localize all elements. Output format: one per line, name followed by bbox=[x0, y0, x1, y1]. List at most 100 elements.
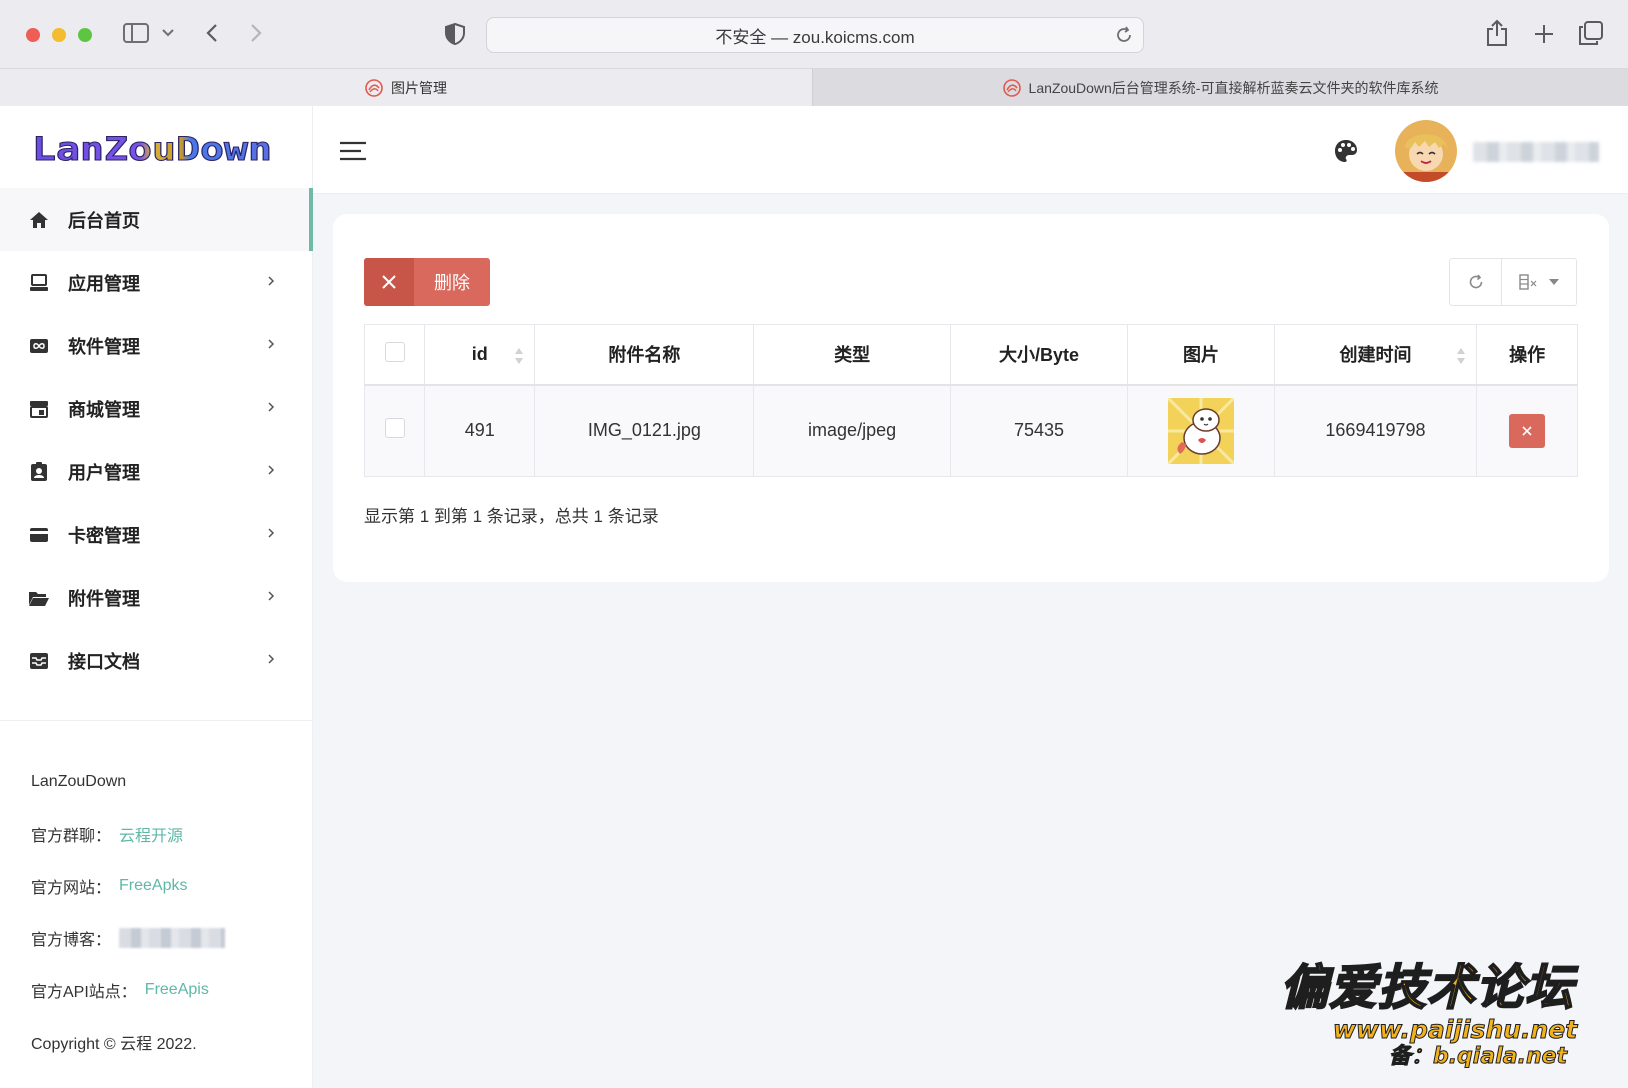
row-select-cell bbox=[363, 384, 426, 477]
palette-icon[interactable] bbox=[1333, 138, 1359, 164]
sidebar-footer: LanZouDown 官方群聊： 云程开源 官方网站： FreeApks 官方博… bbox=[31, 756, 226, 1068]
window-zoom-button[interactable] bbox=[78, 28, 92, 42]
sidebar-item-cards[interactable]: 卡密管理 bbox=[0, 503, 313, 566]
sidebar-toggle-icon[interactable] bbox=[122, 22, 150, 44]
delete-button-label: 删除 bbox=[434, 273, 470, 293]
address-bar-text: 不安全 — zou.koicms.com bbox=[715, 27, 915, 47]
footer-blog-line: 官方博客： bbox=[31, 912, 226, 964]
footer-api-line: 官方API站点： FreeApis bbox=[31, 964, 225, 1016]
laptop-icon bbox=[28, 272, 50, 294]
watermark-url: www.paijishu.net bbox=[1332, 1015, 1578, 1044]
close-icon bbox=[1522, 426, 1532, 436]
browser-toolbar: 不安全 — zou.koicms.com bbox=[0, 0, 1628, 68]
columns-toggle-button[interactable] bbox=[1502, 259, 1576, 305]
header-type: 类型 bbox=[753, 324, 951, 386]
forum-watermark: 偏爱技术论坛 www.paijishu.net 备：b.qiala.net bbox=[1279, 959, 1610, 1076]
store-icon bbox=[28, 398, 50, 420]
share-icon[interactable] bbox=[1484, 18, 1510, 48]
cell-image bbox=[1127, 384, 1275, 477]
sidebar-item-store[interactable]: 商城管理 bbox=[0, 377, 313, 440]
logo[interactable]: LanZouDown bbox=[32, 128, 282, 169]
row-checkbox[interactable] bbox=[384, 418, 405, 439]
chevron-right-icon bbox=[268, 654, 275, 664]
avatar[interactable] bbox=[1395, 120, 1457, 182]
sidebar-item-apps[interactable]: 应用管理 bbox=[0, 251, 313, 314]
footer-site-link[interactable]: FreeApks bbox=[119, 877, 187, 895]
sidebar-item-label: 接口文档 bbox=[68, 651, 140, 672]
chevron-right-icon bbox=[268, 339, 275, 349]
footer-group-link[interactable]: 云程开源 bbox=[119, 822, 183, 846]
sidebar: LanZouDown 后台首页 应用管理 软件管理 商城管理 用户管理 卡密管理… bbox=[0, 106, 313, 1088]
attachments-table: id 附件名称 类型 大小/Byte 图片 创建时间 操作 491 IMG_01… bbox=[363, 324, 1578, 477]
table-tools bbox=[1449, 258, 1577, 306]
header-created[interactable]: 创建时间 bbox=[1273, 324, 1478, 386]
sidebar-item-users[interactable]: 用户管理 bbox=[0, 440, 313, 503]
site-favicon-icon bbox=[365, 79, 383, 97]
cell-actions bbox=[1476, 384, 1578, 477]
cell-type: image/jpeg bbox=[753, 384, 951, 477]
menu-toggle-icon[interactable] bbox=[339, 140, 367, 162]
refresh-button[interactable] bbox=[1450, 259, 1502, 305]
chevron-right-icon bbox=[268, 591, 275, 601]
cell-id: 491 bbox=[424, 384, 536, 477]
forward-arrow-icon[interactable] bbox=[246, 22, 266, 44]
chevron-right-icon bbox=[268, 465, 275, 475]
sort-icon[interactable] bbox=[514, 347, 524, 365]
new-tab-plus-icon[interactable] bbox=[1532, 22, 1556, 46]
sidebar-item-label: 用户管理 bbox=[68, 462, 140, 483]
user-badge-icon bbox=[28, 461, 50, 483]
back-arrow-icon[interactable] bbox=[202, 22, 222, 44]
window-minimize-button[interactable] bbox=[52, 28, 66, 42]
chevron-right-icon bbox=[268, 528, 275, 538]
window-close-button[interactable] bbox=[26, 28, 40, 42]
pagination-info: 显示第 1 到第 1 条记录，总共 1 条记录 bbox=[364, 507, 659, 526]
sidebar-item-dashboard[interactable]: 后台首页 bbox=[0, 188, 313, 251]
username-redacted[interactable] bbox=[1473, 142, 1599, 162]
footer-copyright: Copyright © 云程 2022. bbox=[31, 1036, 197, 1053]
column-header-label: id bbox=[471, 343, 488, 364]
column-header-label: 创建时间 bbox=[1339, 345, 1412, 366]
header-id[interactable]: id bbox=[424, 324, 536, 386]
attachments-card: 删除 id 附件名称 类型 大小/Byte 图片 创建时间 操作 491 IMG… bbox=[333, 214, 1609, 582]
tab-lanzoudown[interactable]: LanZouDown后台管理系统-可直接解析蓝奏云文件夹的软件库系统 bbox=[812, 69, 1628, 107]
sidebar-item-attachments[interactable]: 附件管理 bbox=[0, 566, 313, 629]
caret-down-icon bbox=[1549, 279, 1559, 285]
infinity-icon bbox=[28, 335, 50, 357]
select-all-checkbox[interactable] bbox=[384, 341, 405, 362]
shield-icon[interactable] bbox=[444, 22, 466, 46]
refresh-icon bbox=[1469, 274, 1482, 289]
cell-size: 75435 bbox=[949, 384, 1129, 477]
site-favicon-icon bbox=[1002, 79, 1021, 97]
sidebar-item-api-docs[interactable]: 接口文档 bbox=[0, 629, 313, 692]
chevron-down-icon[interactable] bbox=[160, 26, 176, 40]
row-delete-button[interactable] bbox=[1509, 413, 1546, 448]
tab-strip: 图片管理 LanZouDown后台管理系统-可直接解析蓝奏云文件夹的软件库系统 bbox=[0, 68, 1628, 107]
cell-name: IMG_0121.jpg bbox=[534, 384, 755, 477]
footer-api-link[interactable]: FreeApis bbox=[145, 981, 209, 999]
header-image: 图片 bbox=[1127, 324, 1275, 386]
home-icon bbox=[28, 209, 50, 231]
logo-text: LanZouDown bbox=[32, 130, 272, 168]
address-bar[interactable]: 不安全 — zou.koicms.com bbox=[486, 17, 1144, 53]
close-icon bbox=[364, 258, 414, 306]
sort-icon[interactable] bbox=[1456, 347, 1466, 365]
sidebar-item-label: 后台首页 bbox=[68, 210, 140, 231]
footer-blog-link-redacted[interactable] bbox=[119, 928, 226, 948]
inbox-icon bbox=[28, 650, 50, 672]
table-header-row: id 附件名称 类型 大小/Byte 图片 创建时间 操作 bbox=[363, 324, 1578, 386]
header-select-all[interactable] bbox=[363, 324, 426, 386]
header-actions: 操作 bbox=[1476, 324, 1578, 386]
sidebar-item-label: 卡密管理 bbox=[68, 525, 140, 546]
sidebar-item-software[interactable]: 软件管理 bbox=[0, 314, 313, 377]
delete-button[interactable]: 删除 bbox=[364, 258, 490, 306]
footer-site-label: 官方网站： bbox=[31, 880, 112, 897]
footer-brand: LanZouDown bbox=[31, 773, 127, 790]
footer-group-line: 官方群聊： 云程开源 bbox=[31, 808, 225, 860]
tab-images[interactable]: 图片管理 bbox=[0, 69, 812, 107]
watermark-title: 偏爱技术论坛 bbox=[1279, 959, 1575, 1017]
cell-created: 1669419798 bbox=[1273, 384, 1478, 477]
reload-icon[interactable] bbox=[1115, 26, 1133, 49]
folder-open-icon bbox=[28, 587, 50, 609]
image-thumbnail[interactable] bbox=[1168, 397, 1234, 464]
tab-overview-icon[interactable] bbox=[1578, 20, 1604, 46]
